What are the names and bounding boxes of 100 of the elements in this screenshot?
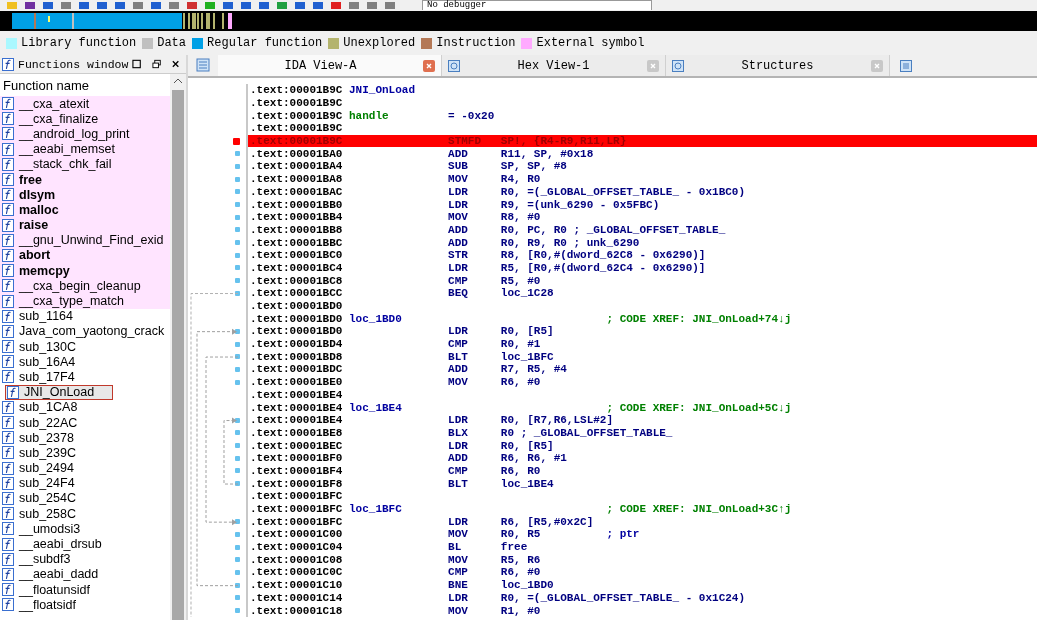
address-text: .text:00001BF4 <box>250 464 344 477</box>
toolbar-icon[interactable] <box>42 2 54 10</box>
function-item[interactable]: __android_log_print <box>0 126 170 142</box>
address-text: .text:00001C0C <box>250 566 344 579</box>
toolbar-icon[interactable] <box>222 2 234 10</box>
function-icon <box>2 57 14 71</box>
function-item[interactable]: __cxa_atexit <box>0 96 170 112</box>
instruction-marker[interactable] <box>235 544 240 550</box>
comment-text: ; ptr <box>606 528 640 541</box>
instruction-marker[interactable] <box>235 417 240 423</box>
instruction-marker[interactable] <box>235 163 240 169</box>
function-item[interactable]: __aeabi_drsub <box>0 536 170 552</box>
function-item[interactable]: sub_22AC <box>0 414 170 431</box>
breakpoint-marker[interactable] <box>233 137 240 145</box>
instruction-marker[interactable] <box>235 341 240 347</box>
operands-text: R0, =(_GLOBAL_OFFSET_TABLE_ - 0x1C24) <box>500 591 746 604</box>
instruction-marker[interactable] <box>235 443 240 449</box>
view-icon[interactable] <box>196 58 210 72</box>
function-item[interactable]: __subdf3 <box>0 551 170 567</box>
toolbar-icon[interactable] <box>60 2 72 10</box>
function-item[interactable]: __umodsi3 <box>0 521 170 537</box>
function-item[interactable]: Java_com_yaotong_crack <box>0 323 170 339</box>
tab[interactable]: IDA View-A <box>218 55 442 76</box>
debugger-dropdown[interactable]: No debugger <box>422 0 652 10</box>
toolbar-icon[interactable] <box>348 2 360 10</box>
instruction-marker[interactable] <box>235 290 240 296</box>
function-item[interactable]: sub_130C <box>0 339 170 355</box>
toolbar-icon[interactable] <box>240 2 252 10</box>
close-icon[interactable] <box>170 59 180 69</box>
function-item[interactable]: sub_16A4 <box>0 354 170 370</box>
mnemonic-text: CMP <box>448 274 469 287</box>
function-item[interactable]: __cxa_begin_cleanup <box>0 278 170 294</box>
instruction-marker[interactable] <box>235 455 240 461</box>
toolbar-icon[interactable] <box>258 2 270 10</box>
toolbar-icon[interactable] <box>132 2 144 10</box>
instruction-marker[interactable] <box>235 582 240 588</box>
restore-icon[interactable] <box>151 59 161 69</box>
column-header[interactable]: Function name <box>0 74 170 96</box>
function-item[interactable]: sub_24F4 <box>0 475 170 491</box>
toolbar-icon[interactable] <box>150 2 162 10</box>
function-item[interactable]: sub_254C <box>0 490 170 507</box>
function-item[interactable]: __floatsidf <box>0 597 170 613</box>
function-item[interactable]: __aeabi_dadd <box>0 566 170 582</box>
function-item[interactable]: sub_258C <box>0 506 170 522</box>
toolbar-icon[interactable] <box>24 2 36 10</box>
function-item[interactable]: __cxa_finalize <box>0 111 170 127</box>
toolbar-icon[interactable] <box>78 2 90 10</box>
instruction-marker[interactable] <box>235 151 240 157</box>
instruction-marker[interactable] <box>235 481 240 487</box>
instruction-marker[interactable] <box>235 176 240 182</box>
function-item[interactable]: malloc <box>0 202 170 218</box>
toolbar-icon[interactable] <box>312 2 324 10</box>
function-item[interactable]: memcpy <box>0 263 170 279</box>
tab[interactable]: Hex View-1 <box>442 55 666 76</box>
toolbar-icon[interactable] <box>114 2 126 10</box>
navigation-band-drawing[interactable] <box>0 11 1037 31</box>
instruction-marker[interactable] <box>235 595 240 601</box>
toolbar-icon[interactable] <box>96 2 108 10</box>
toolbar-icon[interactable] <box>276 2 288 10</box>
function-item[interactable]: sub_17F4 <box>0 369 170 385</box>
instruction-marker[interactable] <box>235 366 240 372</box>
toolbar-icon[interactable] <box>186 2 198 10</box>
function-item[interactable]: __floatunsidf <box>0 582 170 598</box>
function-item[interactable]: sub_2494 <box>0 460 170 476</box>
function-item[interactable]: sub_1164 <box>0 308 170 324</box>
toolbar-icon[interactable] <box>168 2 180 10</box>
instruction-marker[interactable] <box>235 265 240 271</box>
function-item[interactable]: sub_1CA8 <box>0 399 170 415</box>
toolbar-icon[interactable] <box>294 2 306 10</box>
instruction-marker[interactable] <box>235 379 240 385</box>
instruction-marker[interactable] <box>235 202 240 208</box>
function-item[interactable]: dlsym <box>0 187 170 203</box>
maximize-icon[interactable] <box>132 59 142 69</box>
instruction-marker[interactable] <box>235 240 240 246</box>
toolbar-icon[interactable] <box>330 2 342 10</box>
instruction-marker[interactable] <box>235 468 240 474</box>
instruction-marker[interactable] <box>235 430 240 436</box>
function-item[interactable]: __cxa_type_match <box>0 293 170 309</box>
address-text: .text:00001BA8 <box>250 173 344 186</box>
instruction-marker[interactable] <box>235 214 240 220</box>
scrollbar[interactable] <box>170 74 186 620</box>
instruction-marker[interactable] <box>235 608 240 614</box>
instruction-marker[interactable] <box>235 227 240 233</box>
toolbar-icon[interactable] <box>366 2 378 10</box>
toolbar-icon[interactable] <box>384 2 396 10</box>
instruction-marker[interactable] <box>235 189 240 195</box>
instruction-marker[interactable] <box>235 519 240 525</box>
function-item[interactable]: JNI_OnLoad <box>5 384 113 400</box>
instruction-marker[interactable] <box>235 531 240 537</box>
tab[interactable]: Structures <box>666 55 890 76</box>
function-item[interactable]: sub_2378 <box>0 430 170 446</box>
mnemonic-text: ADD <box>448 363 469 376</box>
instruction-marker[interactable] <box>235 278 240 284</box>
instruction-marker[interactable] <box>235 569 240 575</box>
mnemonic-text: MOV <box>448 211 469 224</box>
tab-icon[interactable] <box>900 59 912 72</box>
function-item[interactable]: sub_239C <box>0 445 170 461</box>
instruction-marker[interactable] <box>235 557 240 563</box>
instruction-marker[interactable] <box>235 252 240 258</box>
instruction-marker[interactable] <box>235 354 240 360</box>
